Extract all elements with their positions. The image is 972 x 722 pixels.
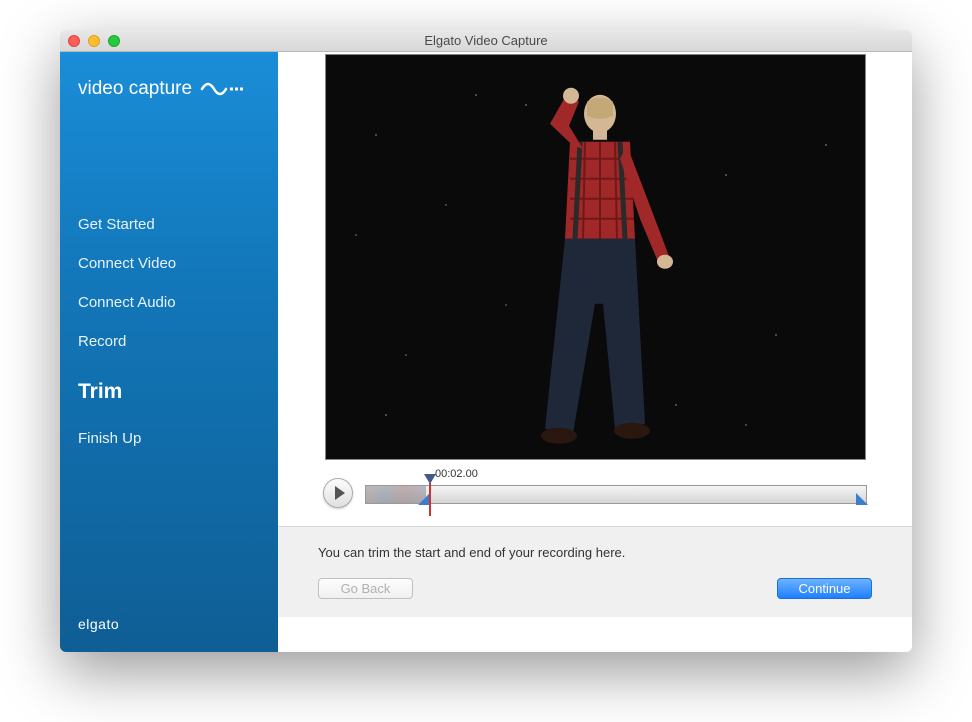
app-logo-text: video capture	[78, 78, 192, 100]
play-button[interactable]	[323, 478, 353, 508]
sidebar: video capture Get Started Connect Video …	[60, 52, 278, 652]
footer-brand: elgato	[78, 616, 260, 632]
app-logo: video capture	[78, 77, 260, 101]
main-panel: 00:02.00 You can trim the start and end …	[278, 52, 912, 652]
thumbnail-strip	[366, 486, 426, 503]
play-icon	[335, 486, 345, 500]
nav-finish-up[interactable]: Finish Up	[78, 430, 260, 447]
preview-area: 00:02.00	[278, 52, 912, 526]
nav-record[interactable]: Record	[78, 333, 260, 350]
content: video capture Get Started Connect Video …	[60, 52, 912, 652]
timecode: 00:02.00	[435, 468, 478, 480]
minimize-button[interactable]	[88, 35, 100, 47]
titlebar: Elgato Video Capture	[60, 30, 912, 52]
video-subject	[495, 84, 695, 460]
timeline-track[interactable]	[365, 485, 867, 504]
app-name-1: video	[78, 78, 123, 99]
wave-icon	[200, 77, 244, 101]
continue-button[interactable]: Continue	[777, 578, 872, 599]
go-back-button: Go Back	[318, 578, 413, 599]
trim-end-handle[interactable]	[856, 493, 868, 505]
timeline-row: 00:02.00	[323, 468, 867, 526]
window-controls	[68, 35, 120, 47]
timeline[interactable]: 00:02.00	[365, 473, 867, 504]
window-title: Elgato Video Capture	[60, 33, 912, 48]
nav-connect-video[interactable]: Connect Video	[78, 255, 260, 272]
nav-connect-audio[interactable]: Connect Audio	[78, 294, 260, 311]
button-bar: Go Back Continue	[278, 578, 912, 617]
maximize-button[interactable]	[108, 35, 120, 47]
nav-get-started[interactable]: Get Started	[78, 216, 260, 233]
app-name-2: capture	[129, 78, 192, 99]
nav-list: Get Started Connect Video Connect Audio …	[78, 216, 260, 447]
nav-trim[interactable]: Trim	[78, 380, 260, 404]
hint-text: You can trim the start and end of your r…	[318, 545, 872, 560]
info-bar: You can trim the start and end of your r…	[278, 526, 912, 578]
playhead[interactable]	[424, 474, 436, 484]
video-preview	[325, 54, 866, 460]
close-button[interactable]	[68, 35, 80, 47]
app-window: Elgato Video Capture video capture	[60, 30, 912, 652]
